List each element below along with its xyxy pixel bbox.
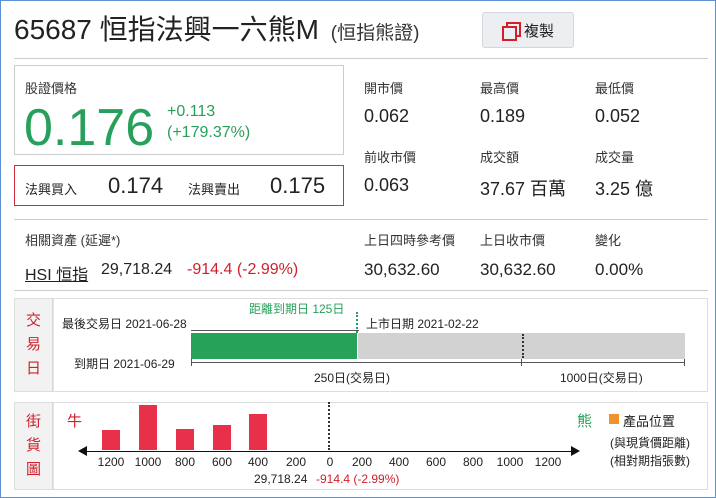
bear-label: 熊: [577, 413, 593, 430]
volume-value: 3.25 億: [595, 179, 654, 199]
side-char: 圖: [25, 461, 41, 478]
side-char: 易: [25, 336, 41, 353]
bull-bar-400: [249, 414, 267, 450]
change-value: 0.00%: [595, 260, 644, 279]
copy-button-label: 複製: [523, 22, 554, 40]
bid-label: 法興買入: [25, 182, 78, 197]
bull-bar-1000: [139, 405, 157, 450]
ask-label: 法興賣出: [188, 182, 241, 197]
price-change: +0.113: [167, 103, 216, 120]
axis-tick-label: 1200: [97, 455, 125, 469]
high-label: 最高價: [480, 81, 520, 96]
prev-close-value: 0.063: [364, 175, 410, 195]
copy-button[interactable]: 複製: [482, 12, 574, 48]
elapsed-bar: [191, 333, 357, 359]
related-asset-link[interactable]: HSI 恒指: [25, 261, 88, 285]
axis-tick-label: 400: [388, 455, 410, 469]
ref-price-label: 上日四時參考價: [364, 233, 456, 248]
bull-bar-1200: [102, 430, 120, 450]
axis-tick-label: 800: [174, 455, 196, 469]
scale-250-label: 250日(交易日): [314, 371, 391, 385]
axis-tick-label: 1000: [496, 455, 524, 469]
low-value: 0.052: [595, 106, 641, 126]
scale-tick: [191, 359, 192, 366]
scale-marker: [522, 334, 524, 358]
warrant-code: 65687: [14, 14, 92, 45]
last-trade-date: 最後交易日 2021-06-28: [62, 317, 187, 331]
side-char: 貨: [25, 437, 41, 454]
note-distance: (與現貨價距離): [610, 436, 690, 450]
ref-price-value: 30,632.60: [364, 260, 440, 279]
axis-tick-label: 600: [425, 455, 447, 469]
axis-tick-label: 200: [351, 455, 373, 469]
scale-tick: [684, 359, 685, 366]
scale-1000-label: 1000日(交易日): [560, 371, 643, 385]
open-value: 0.062: [364, 106, 410, 126]
change-label: 變化: [595, 233, 622, 248]
axis-tick-label: 0: [326, 455, 334, 469]
low-label: 最低價: [595, 81, 635, 96]
bid-ask-box: 法興買入 0.174 法興賣出 0.175: [14, 165, 344, 206]
side-char: 交: [25, 312, 41, 329]
turnover-value: 37.67 百萬: [480, 179, 567, 199]
high-value: 0.189: [480, 106, 526, 126]
side-char: 街: [25, 413, 41, 430]
section-divider: [14, 290, 708, 291]
related-asset-change: -914.4 (-2.99%): [187, 261, 299, 278]
open-label: 開市價: [364, 81, 404, 96]
chart-axis: [80, 451, 576, 452]
listing-date: 上市日期 2021-02-22: [366, 317, 479, 331]
legend-swatch: [609, 414, 619, 424]
price-box: 股證價格 0.176 +0.113 (+179.37%): [14, 65, 344, 157]
note-contracts: (相對期指張數): [610, 454, 690, 468]
axis-tick-label: 1000: [134, 455, 162, 469]
timeline-top-line: [191, 330, 359, 331]
prev-close-label: 前收市價: [364, 150, 417, 165]
related-asset-value: 29,718.24: [101, 261, 173, 278]
days-to-expiry: 距離到期日 125日: [249, 302, 345, 316]
scale-tick: [521, 359, 522, 366]
bull-bar-600: [213, 425, 231, 450]
bid-value: 0.174: [108, 173, 164, 198]
current-index-change: -914.4 (-2.99%): [316, 472, 400, 486]
prev-close-index-label: 上日收市價: [480, 233, 546, 248]
side-char: 日: [25, 360, 41, 377]
current-index-value: 29,718.24: [254, 472, 308, 486]
legend-label: 產品位置: [623, 414, 676, 429]
page-title: 65687 恒指法興一六熊M (恒指熊證): [14, 8, 419, 48]
section-divider: [14, 219, 708, 220]
volume-label: 成交量: [595, 150, 635, 165]
axis-arrow-left-icon: [78, 446, 87, 456]
price-change-pct: (+179.37%): [167, 124, 251, 141]
copy-icon: [501, 22, 521, 41]
axis-tick-label: 200: [285, 455, 307, 469]
turnover-label: 成交額: [480, 150, 520, 165]
trade-days-side-label: 交 易 日: [15, 299, 53, 391]
warrant-type: (恒指熊證): [330, 23, 420, 44]
axis-tick-label: 1200: [534, 455, 562, 469]
prev-close-index-value: 30,632.60: [480, 260, 556, 279]
header-divider: [14, 58, 708, 59]
axis-tick-label: 600: [211, 455, 233, 469]
warrant-name: 恒指法興一六熊M: [99, 14, 319, 45]
street-chart-side-label: 街 貨 圖: [15, 403, 53, 489]
axis-tick-label: 400: [247, 455, 269, 469]
bull-bar-800: [176, 429, 194, 450]
current-price-marker: [328, 402, 330, 450]
price-label: 股證價格: [25, 81, 78, 96]
price-value: 0.176: [24, 99, 155, 157]
expiry-date: 到期日 2021-06-29: [74, 357, 175, 371]
axis-tick-label: 800: [462, 455, 484, 469]
bull-label: 牛: [67, 413, 83, 430]
axis-arrow-right-icon: [571, 446, 580, 456]
scale-line: [191, 362, 685, 363]
ask-value: 0.175: [270, 173, 326, 198]
related-asset-label: 相關資產 (延遲*): [25, 233, 121, 248]
